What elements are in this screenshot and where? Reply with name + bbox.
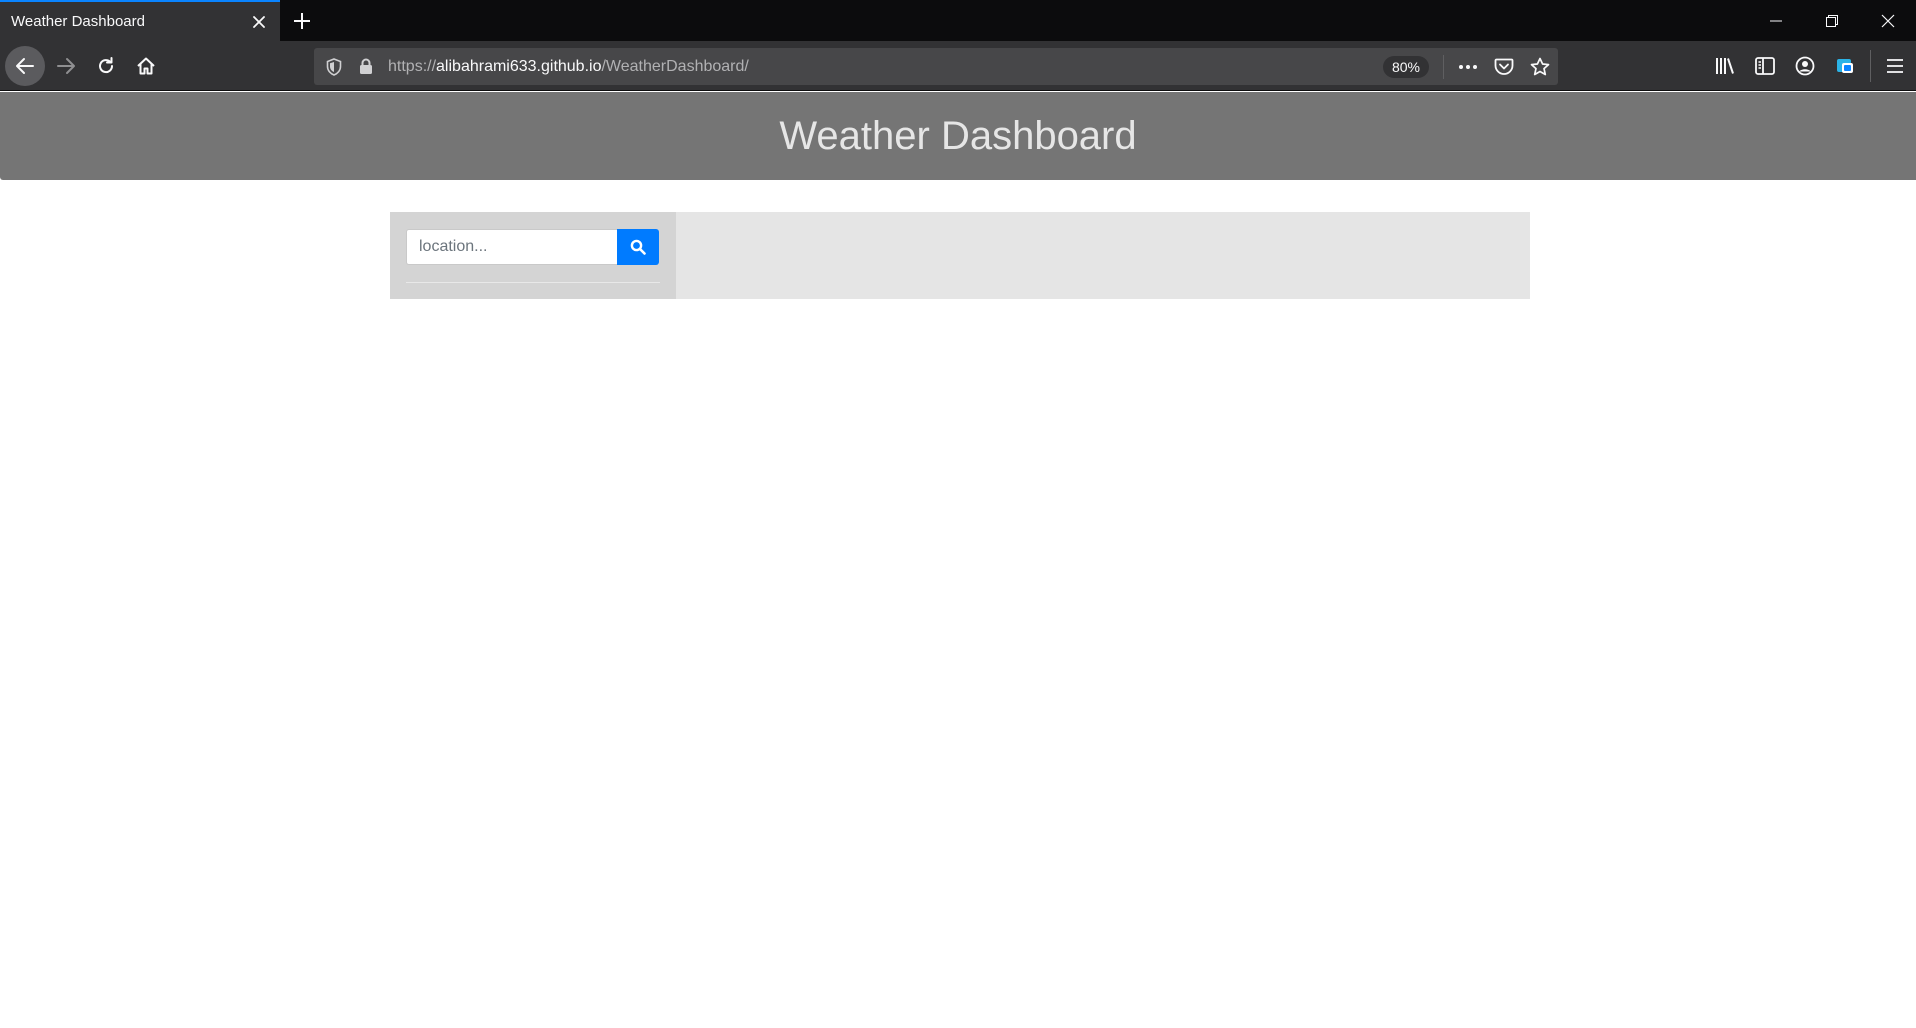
search-sidebar <box>390 212 676 299</box>
weather-display-area <box>676 212 1530 299</box>
star-icon <box>1530 57 1550 75</box>
page-header: Weather Dashboard <box>0 92 1916 180</box>
url-text[interactable]: https://alibahrami633.github.io/WeatherD… <box>382 58 1383 76</box>
location-search-input[interactable] <box>406 229 617 265</box>
search-icon <box>630 239 646 255</box>
open-menu-button[interactable] <box>1875 46 1915 86</box>
home-icon <box>137 57 155 75</box>
browser-tab-active[interactable]: Weather Dashboard <box>0 0 280 41</box>
page-title: Weather Dashboard <box>779 113 1137 158</box>
close-tab-button[interactable] <box>244 7 274 37</box>
new-tab-button[interactable] <box>286 5 318 37</box>
close-icon <box>253 15 265 28</box>
forward-arrow-icon <box>57 58 75 74</box>
shield-icon <box>326 57 342 76</box>
sidebar-toggle-button[interactable] <box>1745 46 1785 86</box>
library-icon <box>1716 58 1734 74</box>
back-arrow-icon <box>16 58 34 74</box>
library-button[interactable] <box>1705 46 1745 86</box>
site-security-button[interactable] <box>350 48 382 85</box>
toolbar-separator <box>1870 50 1871 82</box>
tab-title: Weather Dashboard <box>11 13 145 30</box>
browser-tab-bar: Weather Dashboard <box>0 0 1916 41</box>
back-button[interactable] <box>5 46 45 86</box>
restore-button[interactable] <box>1804 0 1860 41</box>
url-separator <box>1443 54 1444 79</box>
hamburger-menu-icon <box>1887 59 1903 73</box>
account-icon <box>1795 56 1815 76</box>
account-button[interactable] <box>1785 46 1825 86</box>
minimize-icon <box>1770 20 1782 21</box>
extension-icon <box>1837 59 1853 73</box>
search-history-divider <box>406 282 660 283</box>
tracking-protection-button[interactable] <box>318 48 350 85</box>
bookmark-star-button[interactable] <box>1522 48 1558 85</box>
reload-button[interactable] <box>86 46 126 86</box>
more-icon <box>1459 64 1477 69</box>
url-scheme: https:// <box>388 57 437 75</box>
extension-button[interactable] <box>1825 46 1865 86</box>
close-window-button[interactable] <box>1860 0 1916 41</box>
url-path: /WeatherDashboard/ <box>601 57 749 75</box>
plus-icon <box>294 13 310 29</box>
close-window-icon <box>1881 14 1895 27</box>
page-actions-button[interactable] <box>1450 48 1486 85</box>
restore-icon <box>1826 14 1838 27</box>
home-button[interactable] <box>126 46 166 86</box>
address-bar[interactable]: https://alibahrami633.github.io/WeatherD… <box>314 48 1558 85</box>
dashboard-container <box>390 212 1530 299</box>
pocket-icon <box>1494 58 1514 75</box>
search-form <box>406 229 660 265</box>
lock-icon <box>360 58 372 74</box>
sidebar-icon <box>1755 57 1775 75</box>
minimize-button[interactable] <box>1748 0 1804 41</box>
pocket-button[interactable] <box>1486 48 1522 85</box>
reload-icon <box>99 57 114 74</box>
url-host: alibahrami633.github.io <box>436 57 602 75</box>
forward-button[interactable] <box>46 46 86 86</box>
search-button[interactable] <box>617 229 659 265</box>
window-controls <box>1748 0 1916 41</box>
browser-toolbar: https://alibahrami633.github.io/WeatherD… <box>0 41 1916 91</box>
zoom-reset-button[interactable]: 80% <box>1382 55 1429 78</box>
